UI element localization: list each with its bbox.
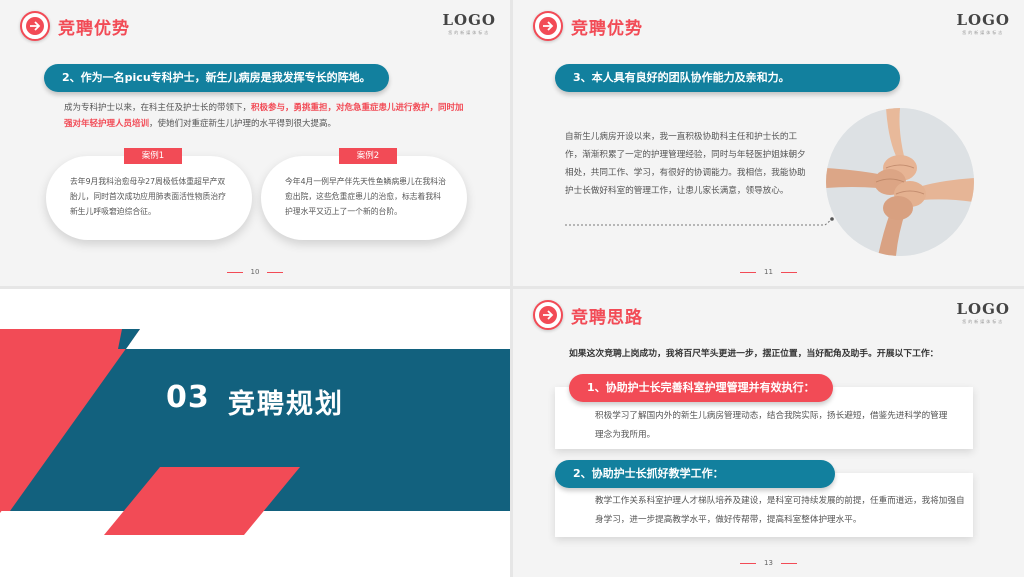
slide-title: 竞聘思路 bbox=[571, 308, 643, 328]
page-number: 13 bbox=[513, 559, 1024, 567]
item-text-1: 积极学习了解国内外的新生儿病房管理动态，结合我院实际，扬长避短，借鉴先进科学的管… bbox=[595, 411, 948, 440]
page-number: 10 bbox=[0, 268, 510, 276]
item-text-2: 教学工作关系科室护理人才梯队培养及建设，是科室可持续发展的前提，任重而道远，我将… bbox=[595, 496, 965, 525]
intro-text: 如果这次竞聘上岗成功，我将百尺竿头更进一步，摆正位置，当好配角及助手。开展以下工… bbox=[569, 349, 939, 359]
section-paragraph: 自新生儿病房开设以来，我一直积极协助科主任和护士长的工作，渐渐积累了一定的护理管… bbox=[565, 132, 806, 196]
logo: LOGO 您的新媒体标志 bbox=[957, 11, 1011, 36]
logo-subtext: 您的新媒体标志 bbox=[962, 30, 1005, 35]
slide-11[interactable]: 竞聘优势 LOGO 您的新媒体标志 3、本人具有良好的团队协作能力及亲和力。 自… bbox=[513, 0, 1024, 286]
logo: LOGO 您的新媒体标志 bbox=[443, 11, 497, 36]
case-tag: 案例1 bbox=[124, 148, 182, 164]
case-card-1: 案例1 去年9月我科治愈母孕27周极低体重超早产双胎儿，同时首次成功应用肺表面活… bbox=[46, 148, 252, 240]
case-text: 今年4月一例早产伴先天性鱼鳞病患儿在我科治愈出院，这些危重症患儿的治愈，标志着我… bbox=[285, 177, 446, 216]
slide-title: 竞聘优势 bbox=[58, 19, 130, 39]
section-paragraph: 成为专科护士以来，在科主任及护士长的带领下，积极参与，勇挑重担，对危急重症患儿进… bbox=[64, 100, 464, 132]
section-background-shapes bbox=[0, 329, 510, 535]
arrow-circle-icon bbox=[20, 11, 50, 41]
slide-title: 竞聘优势 bbox=[571, 19, 643, 39]
logo-subtext: 您的新媒体标志 bbox=[448, 30, 491, 35]
slide-section-03[interactable]: 03 竞聘规划 bbox=[0, 289, 510, 577]
logo-text: LOGO bbox=[956, 11, 1010, 29]
slide-grid: 竞聘优势 LOGO 您的新媒体标志 2、作为一名picu专科护士，新生儿病房是我… bbox=[0, 0, 1024, 577]
teamwork-hands-image bbox=[826, 108, 974, 256]
paragraph-text: 成为专科护士以来，在科主任及护士长的带领下， bbox=[64, 103, 252, 113]
arrow-circle-icon bbox=[533, 11, 563, 41]
arrow-circle-icon bbox=[533, 300, 563, 330]
case-text: 去年9月我科治愈母孕27周极低体重超早产双胎儿，同时首次成功应用肺表面活性物质治… bbox=[70, 177, 226, 216]
slide-13[interactable]: 竞聘思路 LOGO 您的新媒体标志 如果这次竞聘上岗成功，我将百尺竿头更进一步，… bbox=[513, 289, 1024, 577]
section-pill: 3、本人具有良好的团队协作能力及亲和力。 bbox=[555, 64, 900, 92]
dotted-connector bbox=[565, 217, 834, 226]
logo: LOGO 您的新媒体标志 bbox=[957, 300, 1011, 325]
section-pill: 2、作为一名picu专科护士，新生儿病房是我发挥专长的阵地。 bbox=[44, 64, 389, 92]
item-pill-1: 1、协助护士长完善科室护理管理并有效执行： bbox=[569, 374, 833, 402]
logo-subtext: 您的新媒体标志 bbox=[962, 319, 1005, 324]
logo-text: LOGO bbox=[442, 11, 496, 29]
item-pill-2: 2、协助护士长抓好教学工作： bbox=[555, 460, 835, 488]
section-number: 03 bbox=[166, 380, 210, 415]
logo-text: LOGO bbox=[956, 300, 1010, 318]
section-title: 竞聘规划 bbox=[228, 389, 344, 420]
page-number: 11 bbox=[513, 268, 1024, 276]
case-card-2: 案例2 今年4月一例早产伴先天性鱼鳞病患儿在我科治愈出院，这些危重症患儿的治愈，… bbox=[261, 148, 467, 240]
case-tag: 案例2 bbox=[339, 148, 397, 164]
slide-10[interactable]: 竞聘优势 LOGO 您的新媒体标志 2、作为一名picu专科护士，新生儿病房是我… bbox=[0, 0, 510, 286]
paragraph-text-end: ，使她们对重症新生儿护理的水平得到很大提高。 bbox=[149, 119, 337, 129]
